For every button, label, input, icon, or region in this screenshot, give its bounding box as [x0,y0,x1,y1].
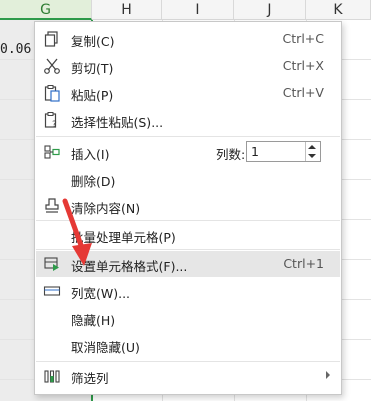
menu-item-column-width[interactable]: 列宽(W)... [36,278,340,304]
scissors-icon [43,57,61,75]
column-header-k[interactable]: K [306,0,371,20]
red-arrow-icon [62,198,92,266]
menu-item-filter-column[interactable]: 筛选列 [36,363,340,389]
format-cells-icon [43,255,61,273]
menu-item-unhide[interactable]: 取消隐藏(U) [36,332,340,358]
menu-shortcut: Ctrl+X [282,58,324,73]
column-count-value[interactable]: 1 [251,144,259,159]
paste-icon [43,84,61,102]
menu-item-hide[interactable]: 隐藏(H) [36,305,340,331]
menu-separator [36,361,340,362]
spinner-up-icon[interactable] [308,145,316,149]
menu-label: 删除(D) [71,174,116,189]
filter-columns-icon [43,367,61,385]
menu-label: 选择性粘贴(S)... [71,115,164,130]
menu-shortcut: Ctrl+V [282,85,324,100]
menu-label: 列宽(W)... [71,286,131,301]
menu-label: 复制(C) [71,34,115,49]
column-count-spinner[interactable]: 1 [246,141,321,162]
column-count-label: 列数: [216,147,246,162]
menu-separator [36,136,340,137]
paste-special-icon: ? [43,111,61,130]
menu-shortcut: Ctrl+C [282,31,324,46]
eraser-icon [43,197,61,215]
column-width-icon [43,282,61,300]
menu-label: 插入(I) [71,147,110,162]
column-header-i[interactable]: I [162,0,234,20]
menu-item-insert[interactable]: 插入(I) 列数: 1 [36,139,340,165]
menu-label: 粘贴(P) [71,88,114,103]
menu-label: 取消隐藏(U) [71,340,140,355]
submenu-arrow-icon [326,371,330,379]
column-header-j[interactable]: J [234,0,306,20]
menu-item-paste-special[interactable]: ? 选择性粘贴(S)... [36,107,340,133]
insert-icon [43,143,61,161]
spinner-buttons [305,142,320,161]
spinner-down-icon[interactable] [308,154,316,158]
menu-shortcut: Ctrl+1 [283,256,324,271]
menu-item-paste[interactable]: 粘贴(P) Ctrl+V [36,80,340,106]
menu-item-delete[interactable]: 删除(D) [36,166,340,192]
svg-text:?: ? [52,120,57,129]
cell-value[interactable]: 0.06 [0,42,31,57]
column-header-g[interactable]: G [0,0,92,20]
copy-icon [43,30,61,48]
menu-item-copy[interactable]: 复制(C) Ctrl+C [36,26,340,52]
menu-label: 剪切(T) [71,61,114,76]
column-header-h[interactable]: H [92,0,162,20]
menu-label: 筛选列 [71,371,109,386]
menu-label: 隐藏(H) [71,313,116,328]
menu-item-cut[interactable]: 剪切(T) Ctrl+X [36,53,340,79]
